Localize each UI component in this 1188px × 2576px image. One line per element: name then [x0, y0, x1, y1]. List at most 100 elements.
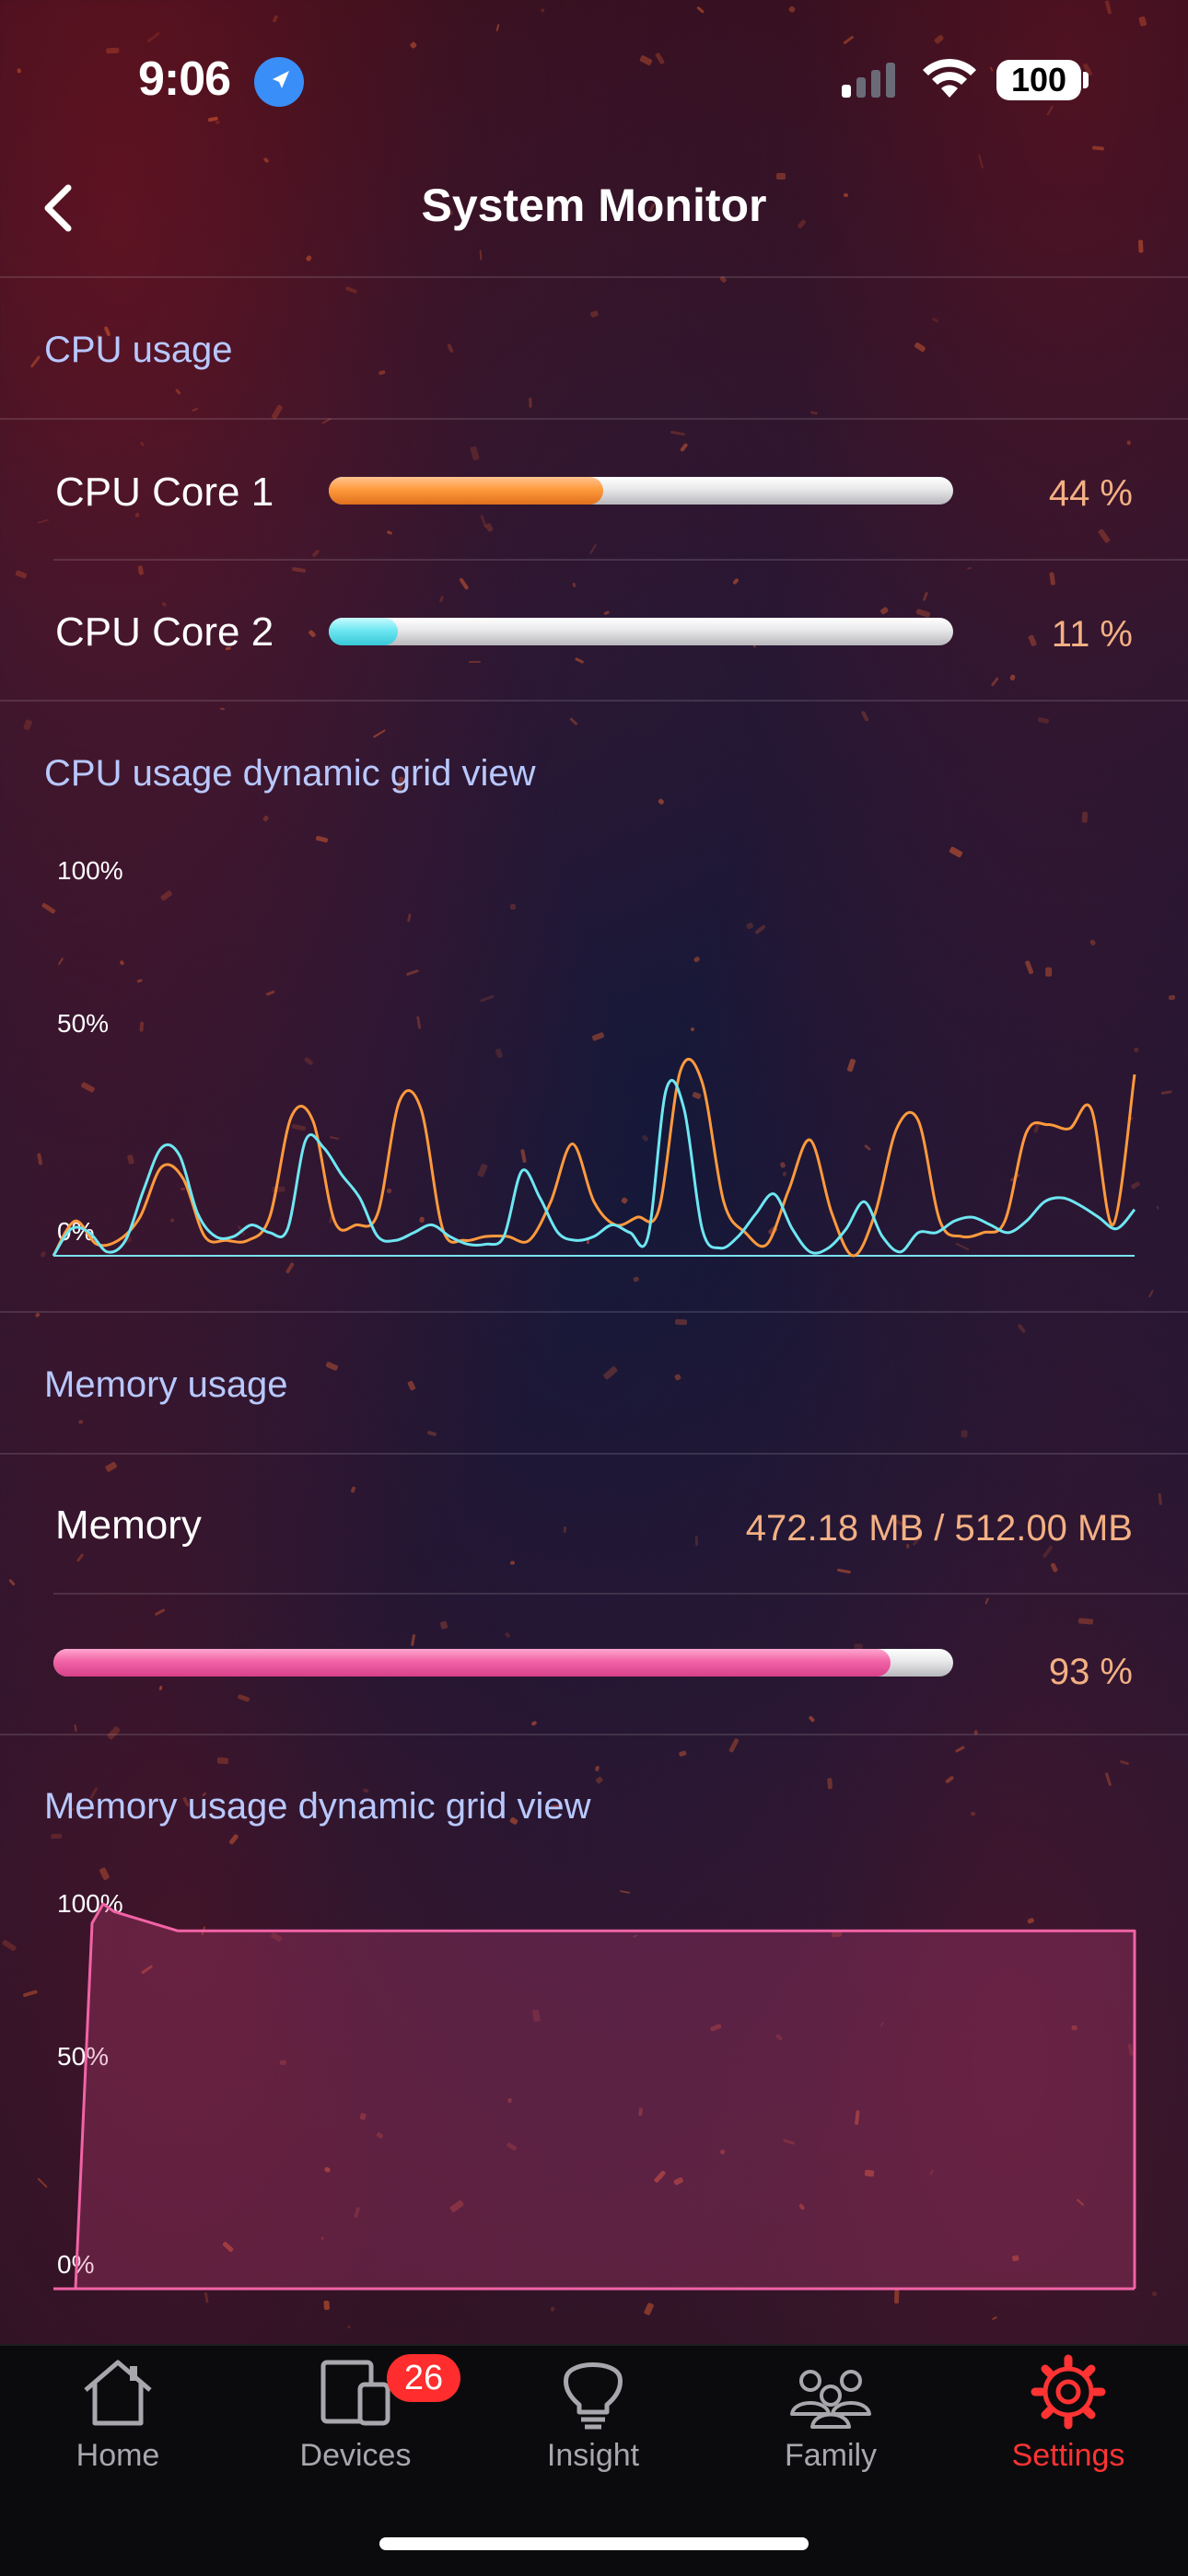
- texture-speck: [137, 565, 144, 575]
- texture-speck: [495, 24, 500, 32]
- texture-speck: [1037, 716, 1049, 724]
- texture-speck: [1082, 812, 1089, 824]
- texture-speck: [272, 15, 279, 23]
- memory-usage-chart: [53, 1902, 1136, 2291]
- texture-speck: [1158, 1492, 1163, 1506]
- texture-speck: [657, 797, 665, 806]
- texture-speck: [843, 34, 855, 44]
- texture-speck: [215, 120, 221, 124]
- home-indicator: [379, 2537, 809, 2550]
- cpu-core-1-label: CPU Core 1: [55, 470, 274, 515]
- texture-speck: [262, 157, 270, 164]
- texture-speck: [837, 1568, 852, 1573]
- texture-speck: [1138, 16, 1147, 27]
- texture-speck: [37, 517, 50, 524]
- texture-speck: [732, 577, 740, 585]
- texture-speck: [446, 343, 454, 354]
- texture-speck: [588, 310, 599, 319]
- texture-speck: [1147, 1289, 1154, 1298]
- nav-divider: [0, 276, 1188, 278]
- texture-speck: [459, 576, 469, 590]
- texture-speck: [175, 388, 181, 395]
- texture-speck: [76, 1553, 85, 1563]
- texture-speck: [1078, 1618, 1094, 1625]
- texture-speck: [528, 397, 532, 409]
- texture-speck: [809, 411, 818, 415]
- texture-speck: [237, 1694, 250, 1703]
- tab-insight[interactable]: Insight: [501, 2353, 685, 2491]
- texture-speck: [410, 1634, 416, 1647]
- page-title: System Monitor: [421, 180, 767, 231]
- texture-speck: [484, 522, 494, 532]
- texture-speck: [1092, 145, 1105, 151]
- texture-speck: [15, 569, 28, 579]
- tab-family-label: Family: [784, 2438, 878, 2473]
- texture-speck: [51, 1833, 63, 1839]
- divider: [0, 418, 1188, 420]
- texture-speck: [934, 34, 945, 45]
- texture-speck: [680, 443, 689, 453]
- tab-settings-label: Settings: [1011, 2438, 1125, 2473]
- texture-speck: [154, 1608, 166, 1617]
- devices-icon: [320, 2360, 390, 2426]
- texture-speck: [603, 610, 610, 616]
- tab-settings[interactable]: Settings: [976, 2353, 1160, 2491]
- texture-speck: [787, 6, 796, 14]
- texture-speck: [8, 1578, 16, 1586]
- texture-speck: [827, 1777, 833, 1790]
- tab-home-label: Home: [76, 2438, 160, 2473]
- texture-speck: [427, 1431, 437, 1437]
- texture-speck: [915, 609, 931, 619]
- texture-speck: [157, 1685, 163, 1690]
- texture-speck: [504, 1631, 511, 1639]
- texture-speck: [860, 710, 870, 723]
- texture-speck: [304, 254, 312, 262]
- cpu-section-label: CPU usage: [44, 330, 233, 370]
- wifi-icon: [921, 57, 978, 99]
- texture-speck: [970, 1811, 976, 1816]
- texture-speck: [989, 66, 994, 73]
- battery-indicator: 100: [996, 60, 1081, 100]
- texture-speck: [16, 68, 22, 75]
- tab-insight-label: Insight: [546, 2438, 640, 2473]
- texture-speck: [1104, 0, 1112, 15]
- lightbulb-icon: [564, 2362, 623, 2430]
- texture-speck: [23, 718, 33, 731]
- texture-speck: [632, 1276, 640, 1283]
- texture-speck: [409, 41, 417, 50]
- texture-speck: [931, 317, 939, 323]
- texture-speck: [530, 1721, 538, 1727]
- battery-tip: [1083, 72, 1089, 88]
- texture-speck: [344, 285, 358, 294]
- texture-speck: [564, 1526, 567, 1533]
- texture-speck: [378, 370, 386, 376]
- texture-speck: [479, 249, 483, 261]
- texture-speck: [603, 1365, 619, 1380]
- tab-family[interactable]: Family: [739, 2353, 923, 2491]
- divider: [53, 1593, 1188, 1595]
- tab-home[interactable]: Home: [26, 2353, 210, 2491]
- texture-speck: [139, 441, 146, 447]
- cpu-core-1-series-line: [52, 1057, 1136, 1258]
- cpu-core-1-fill: [329, 477, 604, 505]
- tab-devices-label: Devices: [299, 2438, 412, 2473]
- texture-speck: [670, 430, 686, 435]
- home-icon: [84, 2360, 152, 2426]
- texture-speck: [674, 1319, 687, 1327]
- texture-speck: [960, 1430, 968, 1439]
- texture-speck: [438, 596, 445, 603]
- texture-speck: [73, 1724, 77, 1733]
- texture-speck: [966, 566, 973, 570]
- divider: [0, 1734, 1188, 1735]
- memory-label: Memory: [55, 1503, 202, 1548]
- texture-speck: [589, 543, 598, 554]
- texture-speck: [146, 31, 161, 42]
- texture-speck: [310, 549, 320, 558]
- divider: [0, 700, 1188, 702]
- texture-speck: [1017, 1323, 1027, 1334]
- location-icon: [254, 57, 304, 107]
- texture-speck: [1126, 439, 1132, 446]
- texture-speck: [104, 1461, 118, 1473]
- divider: [53, 559, 1188, 561]
- texture-speck: [469, 446, 480, 461]
